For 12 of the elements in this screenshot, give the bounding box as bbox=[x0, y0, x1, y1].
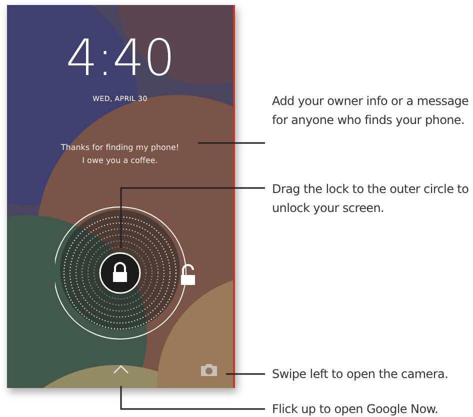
callout-text: Drag the lock to the outer circle to unlock your screen. bbox=[272, 181, 470, 217]
owner-message: Thanks for finding my phone! bbox=[60, 142, 180, 154]
callout-text: Add your owner info or a message for anyone who finds your phone. bbox=[272, 93, 470, 129]
callout-text: Flick up to open Google Now. bbox=[272, 401, 440, 417]
unlocked-padlock-icon bbox=[181, 264, 195, 285]
owner-message: I owe you a coffee. bbox=[82, 155, 158, 167]
leader-line bbox=[226, 373, 265, 375]
chevron-up-icon[interactable] bbox=[113, 364, 129, 374]
clock-time: 4:40 bbox=[66, 33, 174, 83]
lock-icon[interactable] bbox=[99, 252, 141, 294]
leader-line bbox=[198, 142, 265, 144]
callout-text: Swipe left to open the camera. bbox=[272, 366, 450, 383]
